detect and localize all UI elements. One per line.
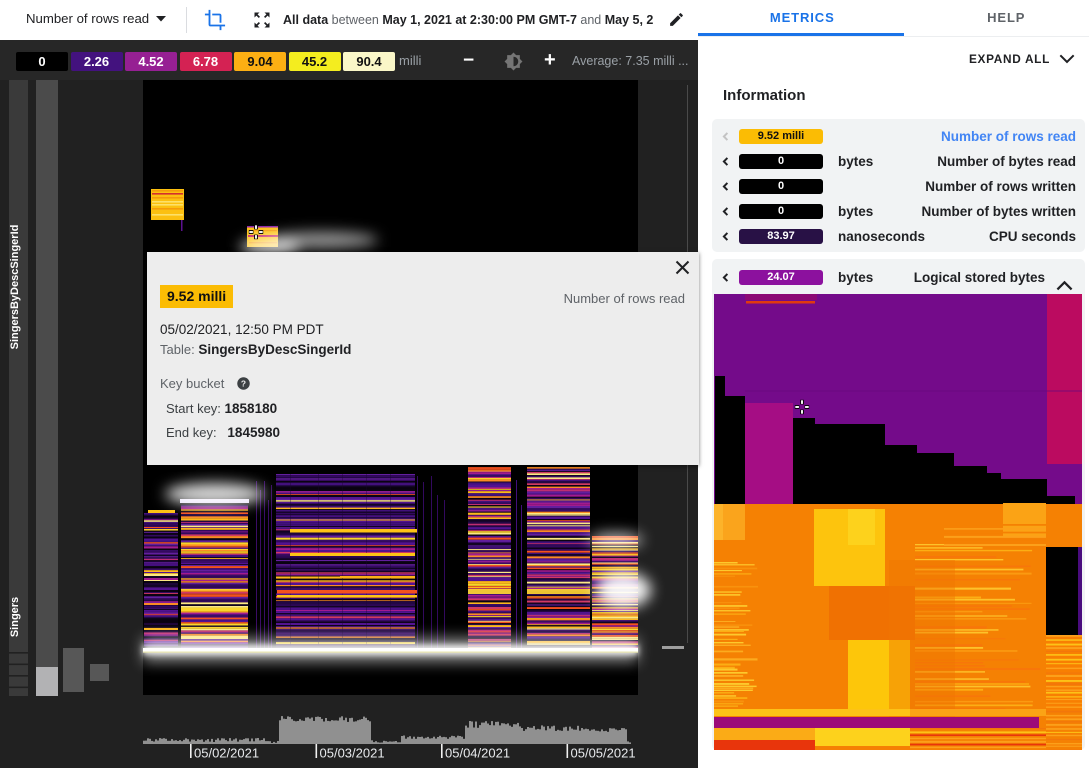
svg-text:05/02/2021: 05/02/2021 bbox=[194, 746, 259, 761]
svg-text:05/05/2021: 05/05/2021 bbox=[571, 746, 636, 761]
svg-text:Singers: Singers bbox=[9, 597, 21, 637]
svg-text:05/03/2021: 05/03/2021 bbox=[320, 746, 385, 761]
svg-text:?: ? bbox=[241, 378, 246, 388]
svg-text:SingersByDescSingerId: SingersByDescSingerId bbox=[9, 225, 21, 350]
svg-text:05/04/2021: 05/04/2021 bbox=[445, 746, 510, 761]
